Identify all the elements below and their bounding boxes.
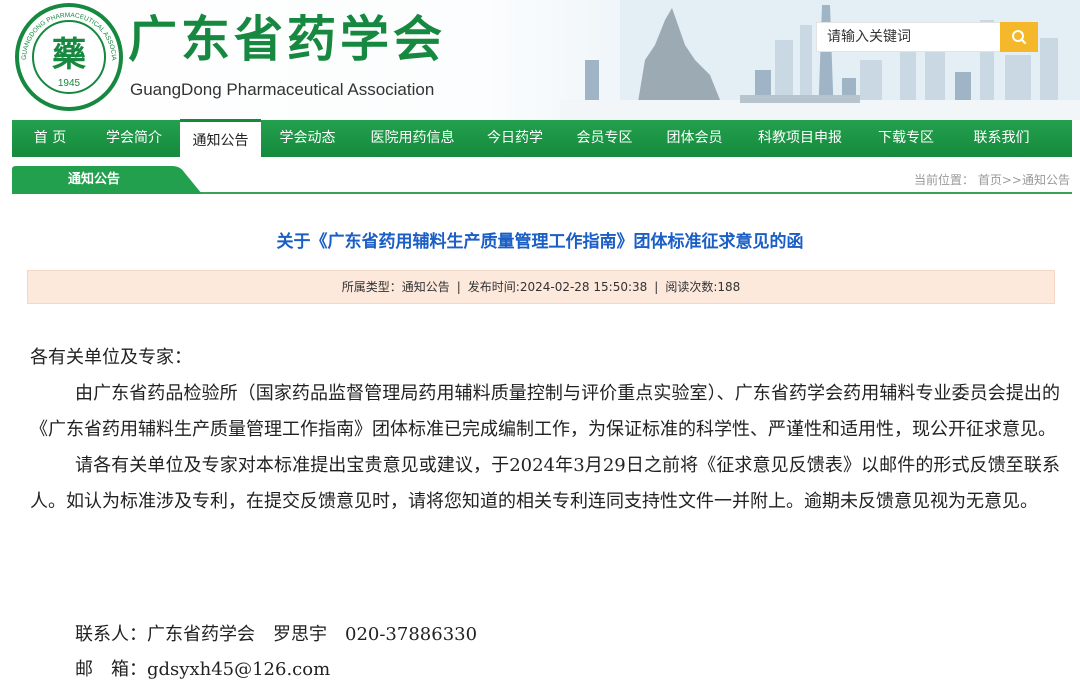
article-body: 各有关单位及专家： 由广东省药品检验所（国家药品监督管理局药用辅料质量控制与评价… xyxy=(30,340,1060,520)
search-button[interactable] xyxy=(1000,22,1038,52)
paragraph-1: 由广东省药品检验所（国家药品监督管理局药用辅料质量控制与评价重点实验室）、广东省… xyxy=(30,383,1060,440)
seal-glyph: 藥 xyxy=(52,35,86,75)
contact-line: 联系人：广东省药学会 罗思宇 020-37886330 xyxy=(75,624,478,645)
article-title: 关于《广东省药用辅料生产质量管理工作指南》团体标准征求意见的函 xyxy=(276,232,804,252)
section-title: 通知公告 xyxy=(68,172,121,187)
section-bar: 通知公告 当前位置： 首页>>通知公告 xyxy=(12,166,1072,194)
nav-news[interactable]: 学会动态 xyxy=(261,120,354,157)
city-skyline-banner xyxy=(560,0,1080,120)
nav-contact[interactable]: 联系我们 xyxy=(951,120,1052,157)
nav-group-members[interactable]: 团体会员 xyxy=(650,120,739,157)
breadcrumb-label: 当前位置： xyxy=(914,173,975,187)
meta-type: 所属类型：通知公告 xyxy=(341,280,450,294)
site-title: 广东省药学会 xyxy=(128,11,447,68)
nav-today-pharmacy[interactable]: 今日药学 xyxy=(471,120,559,157)
salutation: 各有关单位及专家： xyxy=(30,347,192,368)
main-nav: 首 页 学会简介 通知公告 学会动态 医院用药信息 今日药学 会员专区 团体会员… xyxy=(12,119,1072,158)
site-subtitle: GuangDong Pharmaceutical Association xyxy=(130,80,435,99)
article-meta: 所属类型：通知公告 | 发布时间:2024-02-28 15:50:38 | 阅读次数:… xyxy=(27,270,1055,304)
meta-view-count: 阅读次数:188 xyxy=(665,280,741,294)
paragraph-2: 请各有关单位及专家对本标准提出宝贵意见或建议，于2024年3月29日之前将《征求… xyxy=(30,455,1060,512)
breadcrumb-path[interactable]: 首页>>通知公告 xyxy=(978,173,1070,187)
nav-hospital-drug-info[interactable]: 医院用药信息 xyxy=(354,120,471,157)
nav-notices[interactable]: 通知公告 xyxy=(180,119,261,158)
breadcrumb: 当前位置： 首页>>通知公告 xyxy=(914,171,1070,188)
email-line: 邮 箱：gdsyxh45@126.com xyxy=(75,659,331,680)
meta-publish-time: 发布时间:2024-02-28 15:50:38 xyxy=(467,280,648,294)
seal-year: 1945 xyxy=(58,78,81,89)
nav-home[interactable]: 首 页 xyxy=(12,120,88,157)
association-seal-logo: 藥 1945 GUANGDONG PHARMACEUTICAL ASSOCIAT… xyxy=(14,2,123,111)
site-header: 藥 1945 GUANGDONG PHARMACEUTICAL ASSOCIAT… xyxy=(0,0,1080,120)
nav-member-zone[interactable]: 会员专区 xyxy=(559,120,650,157)
nav-about[interactable]: 学会简介 xyxy=(88,120,180,157)
search-input[interactable] xyxy=(816,22,1002,52)
nav-downloads[interactable]: 下载专区 xyxy=(861,120,951,157)
search-icon xyxy=(1012,30,1027,45)
nav-project-application[interactable]: 科教项目申报 xyxy=(739,120,861,157)
